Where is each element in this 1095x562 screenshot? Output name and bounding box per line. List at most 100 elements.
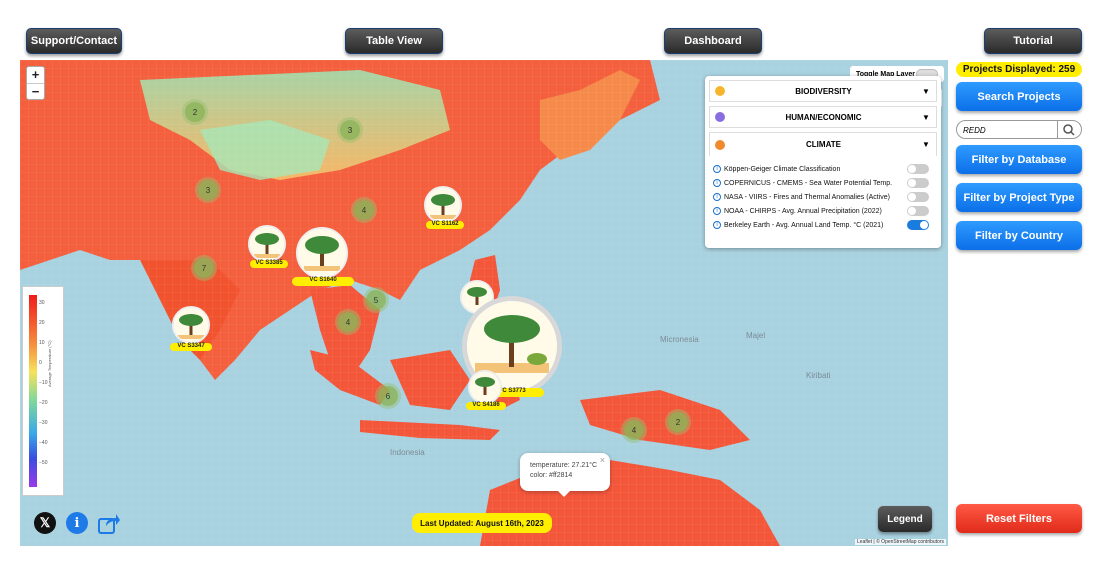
human-economic-icon <box>715 112 725 122</box>
project-label: VC S3385 <box>250 260 288 268</box>
x-social-icon[interactable]: 𝕏 <box>34 512 56 534</box>
layers-panel: BIODIVERSITY ▼ HUMAN/ECONOMIC ▼ CLIMATE … <box>705 76 941 248</box>
tutorial-button[interactable]: Tutorial <box>984 28 1082 54</box>
project-marker-vc-s4186[interactable] <box>468 370 502 404</box>
filter-by-project-type-button[interactable]: Filter by Project Type <box>956 183 1082 212</box>
climate-layer-label: Köppen-Geiger Climate Classification <box>724 165 841 173</box>
projects-displayed-badge: Projects Displayed: 259 <box>956 62 1082 77</box>
sidebar: Projects Displayed: 259 Search Projects … <box>952 60 1086 546</box>
place-label-indonesia: Indonesia <box>390 448 425 457</box>
search-divider <box>1057 121 1058 138</box>
info-icon[interactable]: i <box>713 165 721 173</box>
tree-icon <box>250 227 284 261</box>
layer-toggle[interactable] <box>907 206 929 216</box>
place-label-kiribati: Kiribati <box>806 371 831 380</box>
popup-temperature: temperature: 27.21°C <box>530 462 598 469</box>
search-projects-button[interactable]: Search Projects <box>956 82 1082 111</box>
info-icon[interactable]: i <box>66 512 88 534</box>
info-icon[interactable]: i <box>713 193 721 201</box>
search-input[interactable] <box>963 123 1053 137</box>
table-view-button[interactable]: Table View <box>345 28 443 54</box>
tree-icon <box>174 308 208 342</box>
legend-tick: −30 <box>39 420 48 426</box>
cluster-marker[interactable]: 3 <box>198 180 218 200</box>
climate-layer-label: Berkeley Earth - Avg. Annual Land Temp. … <box>724 221 884 229</box>
legend-tick: −40 <box>39 440 48 446</box>
human-economic-accordion[interactable]: HUMAN/ECONOMIC ▼ <box>709 106 937 128</box>
project-marker-vc-s3347[interactable] <box>172 306 210 344</box>
climate-layer-label: COPERNICUS - CMEMS - Sea Water Potential… <box>724 179 893 187</box>
layer-toggle[interactable] <box>907 220 929 230</box>
dashboard-button[interactable]: Dashboard <box>664 28 762 54</box>
place-label-majel: Majel <box>746 331 765 340</box>
climate-layer-row[interactable]: i Köppen-Geiger Climate Classification <box>713 162 933 176</box>
zoom-control: + − <box>26 66 45 100</box>
tree-icon <box>426 188 460 222</box>
filter-by-database-button[interactable]: Filter by Database <box>956 145 1082 174</box>
climate-label: CLIMATE <box>806 140 841 149</box>
reset-filters-button[interactable]: Reset Filters <box>956 504 1082 533</box>
project-marker-vc-s1162[interactable] <box>424 186 462 224</box>
project-label: VC S4186 <box>466 402 506 410</box>
tree-icon <box>298 229 346 277</box>
layer-toggle[interactable] <box>907 164 929 174</box>
project-marker-vc-s3385[interactable] <box>248 225 286 263</box>
project-marker-vc-s1640[interactable] <box>296 227 348 279</box>
info-icon[interactable]: i <box>713 207 721 215</box>
layer-toggle[interactable] <box>907 178 929 188</box>
last-updated-badge: Last Updated: August 16th, 2023 <box>412 513 552 533</box>
project-label: VC S3347 <box>170 343 212 351</box>
popup-close-button[interactable]: × <box>600 455 605 465</box>
app-window: Support/Contact Table View Dashboard Tut… <box>18 22 1086 546</box>
biodiversity-label: BIODIVERSITY <box>795 86 852 96</box>
biodiversity-icon <box>715 86 725 96</box>
legend-tick: 20 <box>39 320 45 326</box>
legend-gradient <box>29 295 37 487</box>
legend-tick: −20 <box>39 400 48 406</box>
popup-color: color: #ff2814 <box>530 472 573 479</box>
map-attribution[interactable]: Leaflet | © OpenStreetMap contributors <box>855 539 946 545</box>
climate-layer-row[interactable]: i COPERNICUS - CMEMS - Sea Water Potenti… <box>713 176 933 190</box>
layer-toggle[interactable] <box>907 192 929 202</box>
human-economic-label: HUMAN/ECONOMIC <box>785 112 862 122</box>
project-label: VC S1640 <box>292 277 354 286</box>
top-navigation: Support/Contact Table View Dashboard Tut… <box>18 22 1086 60</box>
climate-icon <box>715 139 725 150</box>
zoom-out-button[interactable]: − <box>27 84 44 101</box>
cluster-marker[interactable]: 6 <box>378 386 398 406</box>
share-icon[interactable] <box>98 512 120 534</box>
climate-layer-row[interactable]: i Berkeley Earth - Avg. Annual Land Temp… <box>713 218 933 232</box>
climate-layer-label: NOAA - CHIRPS - Avg. Annual Precipitatio… <box>724 207 882 215</box>
legend-title: Average Temperature (°C) <box>47 340 52 387</box>
legend-tick: 30 <box>39 300 45 306</box>
cluster-marker[interactable]: 4 <box>338 312 358 332</box>
cluster-marker[interactable]: 5 <box>366 290 386 310</box>
chevron-down-icon: ▼ <box>922 86 930 96</box>
tree-icon <box>470 372 500 402</box>
search-icon[interactable] <box>1063 124 1075 136</box>
chevron-down-icon: ▼ <box>922 112 930 122</box>
cluster-marker[interactable]: 2 <box>185 102 205 122</box>
place-label-micronesia: Micronesia <box>660 335 699 344</box>
legend-tick: −50 <box>39 460 48 466</box>
cluster-marker[interactable]: 4 <box>354 200 374 220</box>
cluster-marker[interactable]: 7 <box>194 258 214 278</box>
zoom-in-button[interactable]: + <box>27 67 44 84</box>
legend-button[interactable]: Legend <box>878 506 932 532</box>
biodiversity-accordion[interactable]: BIODIVERSITY ▼ <box>709 80 937 102</box>
project-label: VC S1162 <box>426 221 464 229</box>
temperature-legend: 30 20 10 0 −10 −20 −30 −40 −50 Average T… <box>22 286 64 496</box>
climate-layer-row[interactable]: i NOAA - CHIRPS - Avg. Annual Precipitat… <box>713 204 933 218</box>
cluster-marker[interactable]: 2 <box>668 412 688 432</box>
cluster-marker[interactable]: 4 <box>624 420 644 440</box>
climate-layer-row[interactable]: i NASA - VIIRS - Fires and Thermal Anoma… <box>713 190 933 204</box>
info-icon[interactable]: i <box>713 179 721 187</box>
search-box <box>956 120 1082 139</box>
filter-by-country-button[interactable]: Filter by Country <box>956 221 1082 250</box>
support-contact-button[interactable]: Support/Contact <box>26 28 122 54</box>
info-icon[interactable]: i <box>713 221 721 229</box>
climate-accordion[interactable]: CLIMATE ▼ <box>709 132 937 156</box>
chevron-down-icon: ▼ <box>922 140 930 149</box>
cluster-marker[interactable]: 3 <box>340 120 360 140</box>
climate-layer-label: NASA - VIIRS - Fires and Thermal Anomali… <box>724 193 890 201</box>
